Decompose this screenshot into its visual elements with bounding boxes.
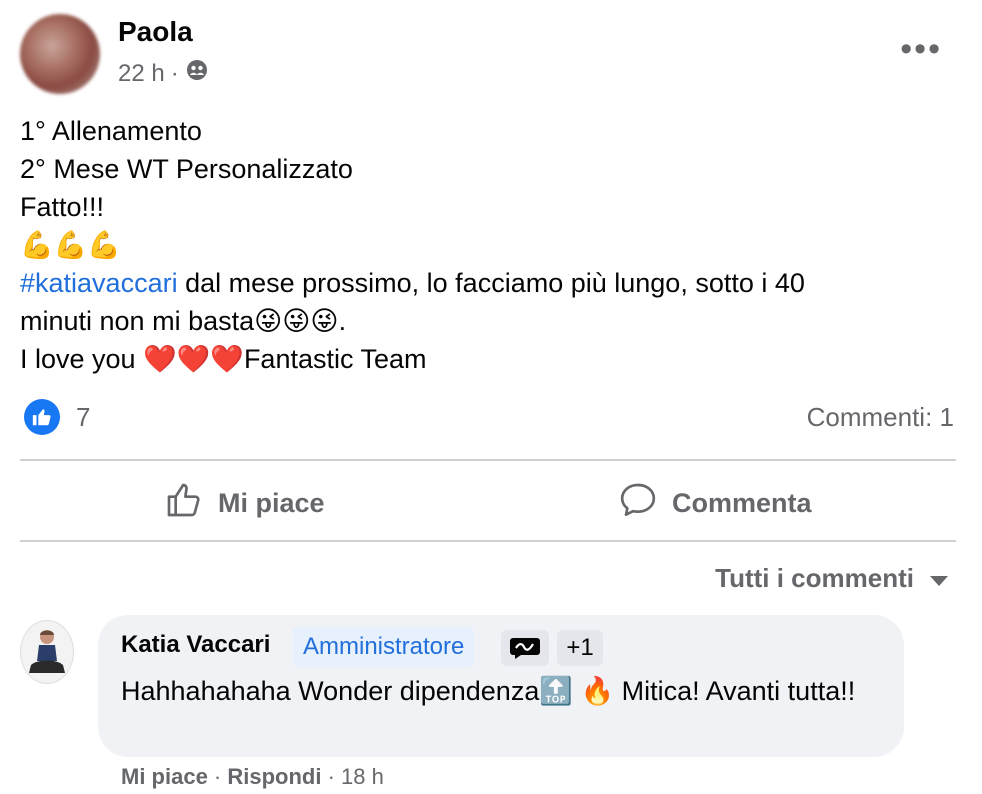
love-prefix: I love you (20, 344, 144, 374)
thumbs-up-outline-icon (164, 480, 204, 527)
meta-separator: · (170, 59, 179, 87)
comment-author[interactable]: Katia Vaccari (121, 631, 270, 659)
comment-text-part2: Mitica! Avanti tutta!! (614, 676, 856, 706)
top-emoji: 🔝 (539, 676, 573, 706)
comment-sep-2: · (321, 764, 342, 789)
comment-button[interactable]: Commenta (618, 480, 812, 527)
post-meta: 22 h · (118, 58, 209, 89)
comment-count[interactable]: Commenti: 1 (807, 402, 954, 433)
post-line-2: 2° Mese WT Personalizzato (20, 154, 353, 184)
comment-actions: Mi piace · Rispondi · 18 h (121, 764, 384, 790)
post-line-3: Fatto!!! (20, 192, 105, 222)
comment-text-part1: Hahhahahaha Wonder dipendenza (121, 676, 540, 706)
like-button-label: Mi piace (218, 488, 325, 518)
love-suffix: Fantastic Team (243, 344, 427, 374)
post-text: 1° Allenamento 2° Mese WT Personalizzato… (20, 112, 950, 378)
muscle-emojis: 💪💪💪 (20, 230, 121, 260)
comment-time[interactable]: 18 h (341, 764, 384, 789)
comment-like-link[interactable]: Mi piace (121, 764, 208, 789)
divider-bottom (20, 540, 956, 542)
hashtag-link[interactable]: #katiavaccari (20, 268, 178, 298)
fire-emoji: 🔥 (580, 676, 615, 706)
heart-emojis: ❤️❤️❤️ (143, 344, 244, 374)
post-line-minuti: minuti non mi basta😜😜😜. (20, 302, 950, 340)
comment-button-label: Commenta (672, 488, 812, 518)
post-line-hashtag: #katiavaccari dal mese prossimo, lo facc… (20, 264, 950, 302)
minuti-text: minuti non mi basta (20, 306, 255, 336)
friends-icon[interactable] (185, 58, 209, 89)
comments-filter[interactable]: Tutti i commenti (715, 563, 914, 594)
author-name[interactable]: Paola (118, 16, 193, 48)
period: . (338, 306, 347, 336)
post-time[interactable]: 22 h (118, 60, 165, 88)
speech-bubble-icon (618, 480, 658, 527)
thumbs-up-icon[interactable] (24, 399, 60, 435)
commenter-avatar[interactable] (20, 620, 74, 684)
post-line-love: I love you ❤️❤️❤️Fantastic Team (20, 340, 950, 378)
like-count[interactable]: 7 (76, 402, 90, 433)
conversation-starter-icon[interactable] (501, 630, 549, 666)
post-line-1: 1° Allenamento (20, 116, 202, 146)
comment-text: Hahhahahaha Wonder dipendenza🔝 🔥 Mitica!… (121, 672, 881, 710)
chevron-down-icon[interactable] (930, 576, 948, 586)
comment-sep-1: · (207, 764, 228, 789)
author-avatar[interactable] (20, 14, 100, 94)
divider-top (20, 459, 956, 461)
winking-emojis: 😜😜😜 (254, 306, 339, 336)
post-line-hashtag-text: dal mese prossimo, lo facciamo più lungo… (177, 268, 805, 298)
comment-reply-link[interactable]: Rispondi (227, 764, 321, 789)
like-button[interactable]: Mi piace (164, 480, 325, 527)
more-options-button[interactable]: ••• (900, 30, 942, 69)
badges-more[interactable]: +1 (557, 630, 603, 666)
admin-badge[interactable]: Amministratore (293, 627, 475, 667)
